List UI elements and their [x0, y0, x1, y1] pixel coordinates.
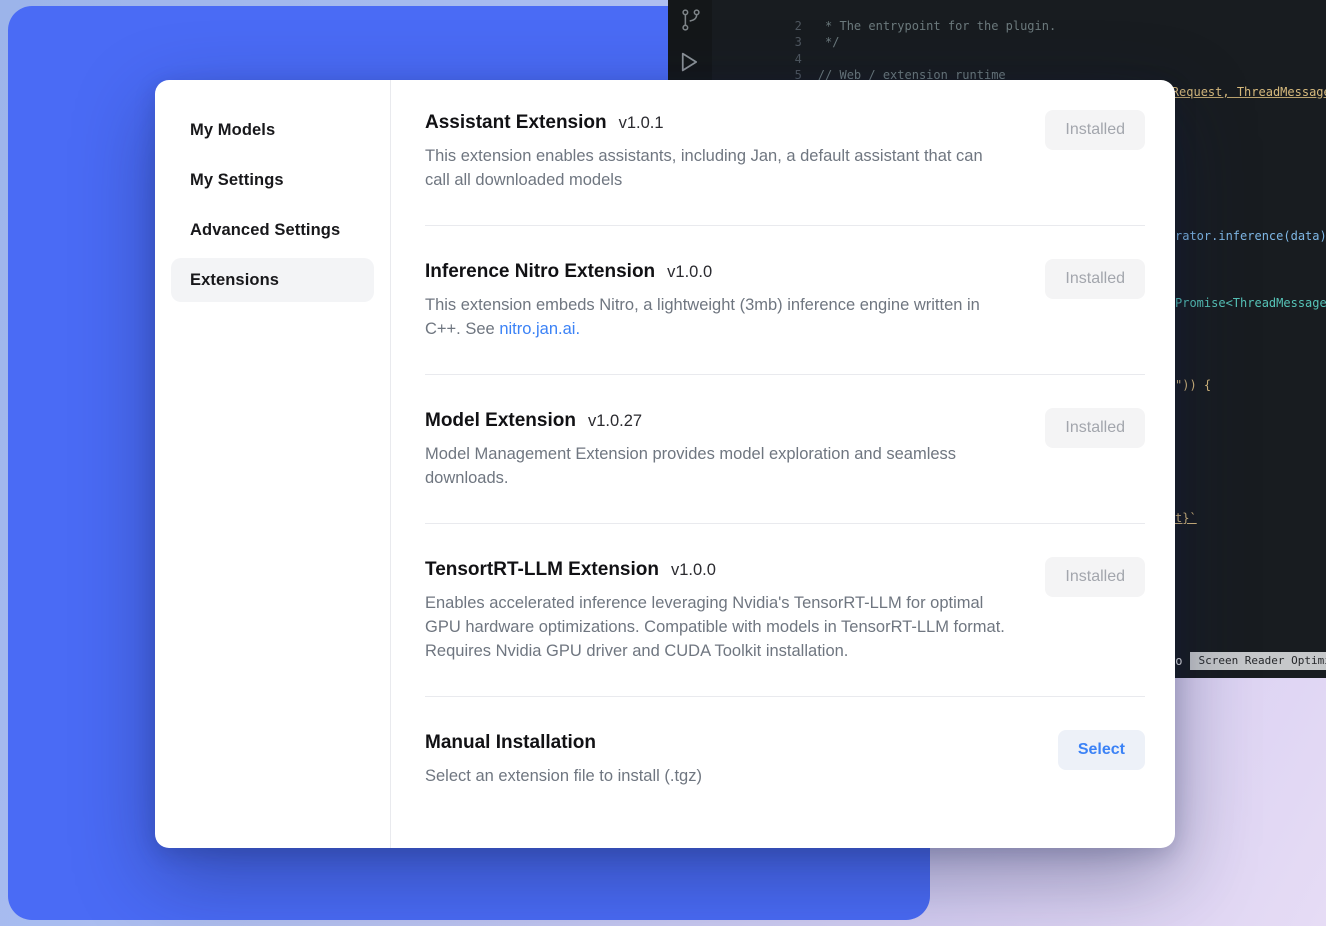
line-number: 3 [776, 34, 802, 51]
extension-description: This extension enables assistants, inclu… [425, 144, 1007, 192]
code-snippet: t}` [1175, 511, 1197, 525]
extension-row-nitro: Inference Nitro Extension v1.0.0 This ex… [425, 226, 1145, 375]
line-number: 4 [776, 51, 802, 68]
sidebar-item-my-models[interactable]: My Models [171, 108, 374, 152]
extensions-list: Assistant Extension v1.0.1 This extensio… [391, 80, 1175, 848]
run-debug-icon[interactable] [674, 48, 702, 79]
extension-row-model: Model Extension v1.0.27 Model Management… [425, 375, 1145, 524]
source-control-icon[interactable] [678, 7, 704, 36]
extension-version: v1.0.1 [619, 114, 664, 133]
installed-button[interactable]: Installed [1045, 557, 1145, 597]
installed-button[interactable]: Installed [1045, 259, 1145, 299]
installed-button[interactable]: Installed [1045, 408, 1145, 448]
extension-description: Enables accelerated inference leveraging… [425, 591, 1007, 663]
extension-description: Select an extension file to install (.tg… [425, 764, 1007, 788]
sidebar-item-label: My Models [190, 121, 275, 140]
code-snippet: Promise<ThreadMessage> [1175, 296, 1326, 310]
code-text: * The entrypoint for the plugin. [818, 19, 1056, 33]
sidebar-item-label: Extensions [190, 271, 279, 290]
extension-title: Manual Installation [425, 730, 596, 756]
code-line: 2 * The entrypoint for the plugin. [718, 1, 1326, 18]
sidebar-item-extensions[interactable]: Extensions [171, 258, 374, 302]
settings-sidebar: My Models My Settings Advanced Settings … [155, 80, 391, 848]
extension-row-manual-install: Manual Installation Select an extension … [425, 697, 1145, 808]
editor-status-bar: go Screen Reader Optimize [1168, 652, 1326, 670]
extension-row-tensorrt: TensortRT-LLM Extension v1.0.0 Enables a… [425, 524, 1145, 697]
select-file-button[interactable]: Select [1058, 730, 1145, 770]
sidebar-item-advanced-settings[interactable]: Advanced Settings [171, 208, 374, 252]
settings-modal: My Models My Settings Advanced Settings … [155, 80, 1175, 848]
extension-description: This extension embeds Nitro, a lightweig… [425, 293, 1007, 341]
extension-version: v1.0.0 [667, 263, 712, 282]
sidebar-item-my-settings[interactable]: My Settings [171, 158, 374, 202]
extension-title: Model Extension [425, 408, 576, 434]
installed-button[interactable]: Installed [1045, 110, 1145, 150]
extension-row-assistant: Assistant Extension v1.0.1 This extensio… [425, 108, 1145, 226]
sidebar-item-label: My Settings [190, 171, 284, 190]
extension-title: TensortRT-LLM Extension [425, 557, 659, 583]
nitro-jan-ai-link[interactable]: nitro.jan.ai. [499, 320, 580, 338]
code-area: 2 * The entrypoint for the plugin. 3 */ … [718, 1, 1326, 84]
extension-title: Inference Nitro Extension [425, 259, 655, 285]
code-text: */ [818, 35, 840, 49]
code-snippet: ")) { [1175, 378, 1211, 392]
line-number: 2 [776, 18, 802, 35]
desktop-background: 2 * The entrypoint for the plugin. 3 */ … [0, 0, 1326, 926]
extension-title: Assistant Extension [425, 110, 607, 136]
screen-reader-badge: Screen Reader Optimize [1190, 652, 1326, 670]
extension-version: v1.0.0 [671, 561, 716, 580]
extension-description: Model Management Extension provides mode… [425, 442, 1007, 490]
sidebar-item-label: Advanced Settings [190, 221, 340, 240]
code-snippet: rator.inference(data)); [1175, 229, 1326, 243]
extension-version: v1.0.27 [588, 412, 642, 431]
